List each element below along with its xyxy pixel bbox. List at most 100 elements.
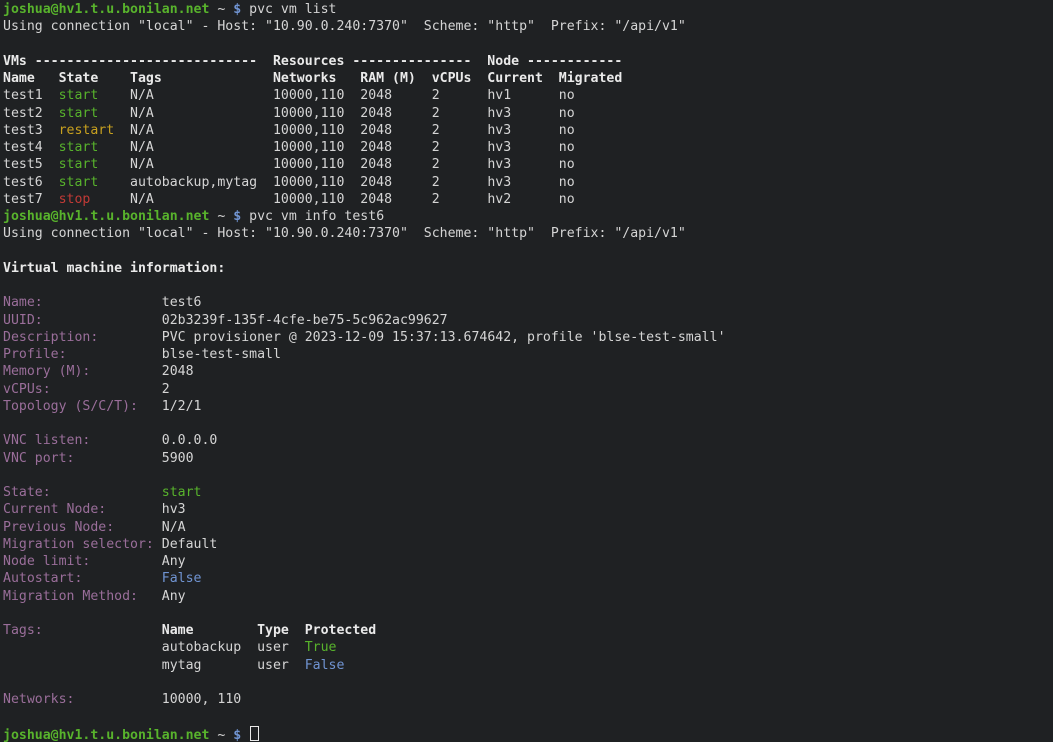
connection-status-line: Using connection "local" - Host: "10.90.… <box>3 18 1053 35</box>
info-field-line: Migration selector: Default <box>3 536 1053 553</box>
info-label: Topology (S/C/T): <box>3 399 162 414</box>
blank-line <box>3 277 1053 294</box>
vm-state: start <box>59 88 99 103</box>
vm-row: test5 start N/A 10000,110 2048 2 hv3 no <box>3 156 1053 173</box>
info-field-line: Node limit: Any <box>3 553 1053 570</box>
vm-row-values: N/A 10000,110 2048 2 hv3 no <box>98 157 574 172</box>
prompt-space <box>241 728 249 742</box>
prompt-line: joshua@hv1.t.u.bonilan.net ~ $ pvc vm in… <box>3 208 1053 225</box>
info-field-line: State: start <box>3 484 1053 501</box>
info-field-line: Autostart: False <box>3 570 1053 587</box>
info-label: Previous Node: <box>3 520 162 535</box>
prompt-cwd: ~ <box>209 209 233 224</box>
info-value-autostart: False <box>162 571 202 586</box>
prompt-cwd: ~ <box>209 728 233 742</box>
command-text: pvc vm info test6 <box>241 209 384 224</box>
tag-protected: True <box>305 640 337 655</box>
blank-line <box>3 415 1053 432</box>
vm-row: test4 start N/A 10000,110 2048 2 hv3 no <box>3 139 1053 156</box>
info-value: N/A <box>162 520 186 535</box>
prompt-user-host: joshua@hv1.t.u.bonilan.net <box>3 2 209 17</box>
table-column-header-line: Name State Tags Networks RAM (M) vCPUs C… <box>3 70 1053 87</box>
info-label: Migration Method: <box>3 589 162 604</box>
blank-line <box>3 36 1053 53</box>
vm-row: test6 start autobackup,mytag 10000,110 2… <box>3 174 1053 191</box>
info-field-line: Topology (S/C/T): 1/2/1 <box>3 398 1053 415</box>
vm-state: start <box>59 175 99 190</box>
vm-row: test1 start N/A 10000,110 2048 2 hv1 no <box>3 87 1053 104</box>
vm-row-values: N/A 10000,110 2048 2 hv3 no <box>114 123 575 138</box>
info-field-line: Migration Method: Any <box>3 588 1053 605</box>
info-field-line: Previous Node: N/A <box>3 519 1053 536</box>
vm-state: start <box>59 140 99 155</box>
info-field-line: vCPUs: 2 <box>3 381 1053 398</box>
info-value: 2 <box>162 382 170 397</box>
info-value: hv3 <box>162 502 186 517</box>
info-label: Migration selector: <box>3 537 162 552</box>
vm-name: test3 <box>3 123 59 138</box>
prompt-cwd: ~ <box>209 2 233 17</box>
info-value: blse-test-small <box>162 347 281 362</box>
info-label: State: <box>3 485 162 500</box>
info-value: PVC provisioner @ 2023-12-09 15:37:13.67… <box>162 330 726 345</box>
info-label: Autostart: <box>3 571 162 586</box>
info-value: Any <box>162 554 186 569</box>
info-label: VNC listen: <box>3 433 162 448</box>
terminal-screen[interactable]: joshua@hv1.t.u.bonilan.net ~ $ pvc vm li… <box>0 0 1053 742</box>
vm-name: test1 <box>3 88 59 103</box>
blank-line <box>3 708 1053 725</box>
info-label: UUID: <box>3 313 162 328</box>
info-field-line: Memory (M): 2048 <box>3 363 1053 380</box>
info-field-line: VNC port: 5900 <box>3 450 1053 467</box>
vm-row-values: N/A 10000,110 2048 2 hv1 no <box>98 88 574 103</box>
info-title-line: Virtual machine information: <box>3 260 1053 277</box>
blank-line <box>3 605 1053 622</box>
info-value: 02b3239f-135f-4cfe-be75-5c962ac99627 <box>162 313 448 328</box>
prompt-line: joshua@hv1.t.u.bonilan.net ~ $ <box>3 726 1053 742</box>
info-value: 5900 <box>162 451 194 466</box>
vm-row: test7 stop N/A 10000,110 2048 2 hv2 no <box>3 191 1053 208</box>
info-field-line: Current Node: hv3 <box>3 501 1053 518</box>
terminal-cursor <box>250 726 259 741</box>
tag-row-values: autobackup user <box>3 640 305 655</box>
vm-name: test4 <box>3 140 59 155</box>
prompt-user-host: joshua@hv1.t.u.bonilan.net <box>3 728 209 742</box>
info-field-line: VNC listen: 0.0.0.0 <box>3 432 1053 449</box>
prompt-user-host: joshua@hv1.t.u.bonilan.net <box>3 209 209 224</box>
vm-row-values: N/A 10000,110 2048 2 hv3 no <box>98 106 574 121</box>
info-title: Virtual machine information: <box>3 261 225 276</box>
info-field-line: Profile: blse-test-small <box>3 346 1053 363</box>
tags-header-line: Tags: Name Type Protected <box>3 622 1053 639</box>
info-label: Profile: <box>3 347 162 362</box>
vm-row-values: N/A 10000,110 2048 2 hv2 no <box>90 192 574 207</box>
info-value-state: start <box>162 485 202 500</box>
info-value: test6 <box>162 295 202 310</box>
info-value: 0.0.0.0 <box>162 433 218 448</box>
info-label: Current Node: <box>3 502 162 517</box>
table-section-header-line: VMs ---------------------------- Resourc… <box>3 53 1053 70</box>
blank-line <box>3 243 1053 260</box>
info-field-line: UUID: 02b3239f-135f-4cfe-be75-5c962ac996… <box>3 312 1053 329</box>
vm-state: restart <box>59 123 115 138</box>
vm-row: test3 restart N/A 10000,110 2048 2 hv3 n… <box>3 122 1053 139</box>
tag-row: mytag user False <box>3 657 1053 674</box>
info-label: vCPUs: <box>3 382 162 397</box>
info-value: 1/2/1 <box>162 399 202 414</box>
info-label: Networks: <box>3 692 162 707</box>
vm-name: test6 <box>3 175 59 190</box>
tags-column-headers: Name Type Protected <box>162 623 376 638</box>
info-field-line: Name: test6 <box>3 294 1053 311</box>
tag-row-values: mytag user <box>3 658 305 673</box>
info-label: Name: <box>3 295 162 310</box>
terminal-window: joshua@hv1.t.u.bonilan.net ~ $ pvc vm li… <box>0 0 1053 742</box>
command-text: pvc vm list <box>241 2 336 17</box>
prompt-line: joshua@hv1.t.u.bonilan.net ~ $ pvc vm li… <box>3 1 1053 18</box>
info-value: Any <box>162 589 186 604</box>
connection-status: Using connection "local" - Host: "10.90.… <box>3 19 686 34</box>
info-label: VNC port: <box>3 451 162 466</box>
info-field-line: Networks: 10000, 110 <box>3 691 1053 708</box>
vm-state: stop <box>59 192 91 207</box>
info-value: Default <box>162 537 218 552</box>
info-label: Description: <box>3 330 162 345</box>
info-value: 2048 <box>162 364 194 379</box>
